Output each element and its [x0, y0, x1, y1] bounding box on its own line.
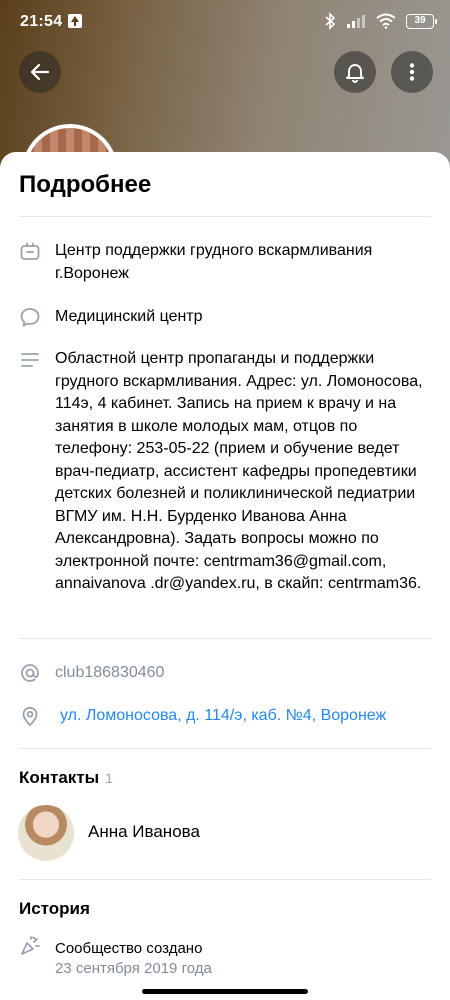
divider — [19, 748, 431, 749]
community-description[interactable]: Областной центр пропаганды и поддержки г… — [55, 348, 430, 596]
back-button[interactable] — [19, 51, 61, 93]
signal-icon — [347, 15, 365, 28]
details-sheet: Подробнее Центр поддержки грудного вскар… — [0, 152, 450, 1000]
history-title: История — [19, 899, 90, 918]
history-event: Сообщество создано — [55, 940, 203, 957]
community-name: Центр поддержки грудного вскармливания г… — [55, 242, 373, 282]
status-bar: 21:54 39 — [0, 0, 450, 44]
battery-indicator: 39 — [406, 13, 437, 29]
contacts-count: 1 — [105, 770, 113, 786]
bluetooth-icon — [325, 12, 336, 30]
community-category: Медицинский центр — [55, 308, 203, 325]
community-icon — [20, 242, 40, 260]
at-sign-icon — [21, 664, 39, 682]
history-date: 23 сентября 2019 года — [55, 960, 212, 977]
bell-icon — [346, 64, 364, 83]
speech-bubble-icon — [20, 308, 40, 327]
wifi-icon — [376, 13, 396, 29]
more-options-button[interactable] — [391, 51, 433, 93]
upload-notification-icon — [68, 14, 82, 28]
more-vertical-icon — [409, 63, 415, 81]
location-pin-icon — [22, 706, 38, 727]
contact-name: Анна Иванова — [88, 822, 200, 841]
divider — [19, 216, 431, 217]
text-lines-icon — [21, 353, 39, 367]
divider — [19, 638, 431, 639]
notifications-button[interactable] — [334, 51, 376, 93]
screen-name: club186830460 — [55, 664, 165, 681]
arrow-left-icon — [30, 63, 50, 81]
sheet-title: Подробнее — [19, 171, 152, 198]
home-indicator[interactable] — [142, 989, 308, 994]
divider — [19, 879, 431, 880]
contact-avatar — [18, 805, 74, 861]
status-time: 21:54 — [20, 13, 63, 30]
contacts-title: Контакты — [19, 768, 100, 787]
party-popper-icon — [21, 936, 40, 955]
address-link[interactable]: ул. Ломоносова, д. 114/э, каб. №4, Ворон… — [60, 705, 430, 728]
contacts-header: Контакты 1 — [19, 768, 113, 788]
